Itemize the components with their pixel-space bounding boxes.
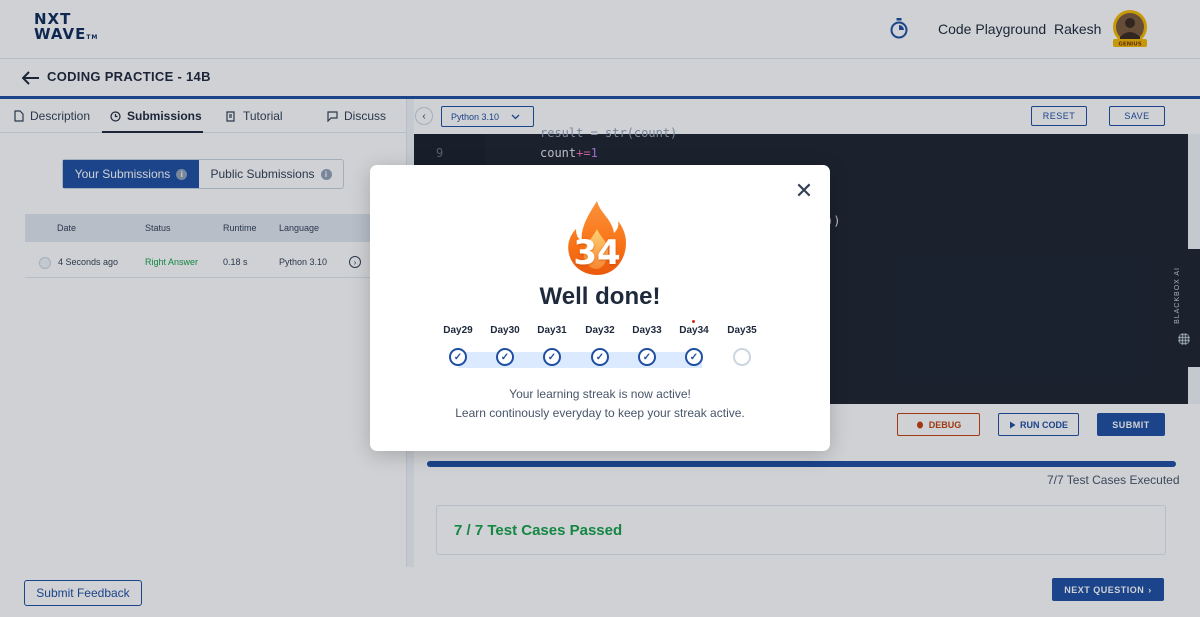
streak-count: 34 <box>573 233 621 273</box>
check-circle-icon: ✓ <box>496 348 514 366</box>
day-label: Day35 <box>727 325 757 336</box>
empty-circle-icon <box>733 348 751 366</box>
check-circle-icon: ✓ <box>685 348 703 366</box>
check-circle-icon: ✓ <box>449 348 467 366</box>
day-item: Day35 <box>719 325 765 366</box>
today-dot <box>692 320 695 323</box>
streak-flame: 34 <box>564 199 630 277</box>
day-item: Day30 ✓ <box>482 325 528 366</box>
streak-message-2: Learn continously everyday to keep your … <box>455 406 745 420</box>
day-label: Day34 <box>679 325 709 336</box>
close-icon[interactable]: ✕ <box>794 180 814 202</box>
streak-days: Day29 ✓ Day30 ✓ Day31 ✓ Day32 ✓ Day33 ✓ … <box>435 320 766 375</box>
day-item: Day31 ✓ <box>529 325 575 366</box>
streak-message-1: Your learning streak is now active! <box>509 387 691 401</box>
day-item: Day32 ✓ <box>577 325 623 366</box>
day-label: Day33 <box>632 325 662 336</box>
day-item: Day33 ✓ <box>624 325 670 366</box>
day-label: Day32 <box>585 325 615 336</box>
day-item: Day29 ✓ <box>435 325 481 366</box>
streak-modal: ✕ 34 Well done! Day29 ✓ Day30 ✓ Day31 ✓ … <box>370 165 830 451</box>
check-circle-icon: ✓ <box>638 348 656 366</box>
day-label: Day31 <box>537 325 567 336</box>
check-circle-icon: ✓ <box>543 348 561 366</box>
check-circle-icon: ✓ <box>591 348 609 366</box>
day-label: Day30 <box>490 325 520 336</box>
day-label: Day29 <box>443 325 473 336</box>
day-item: Day34 ✓ <box>671 320 717 366</box>
modal-heading: Well done! <box>539 283 661 310</box>
